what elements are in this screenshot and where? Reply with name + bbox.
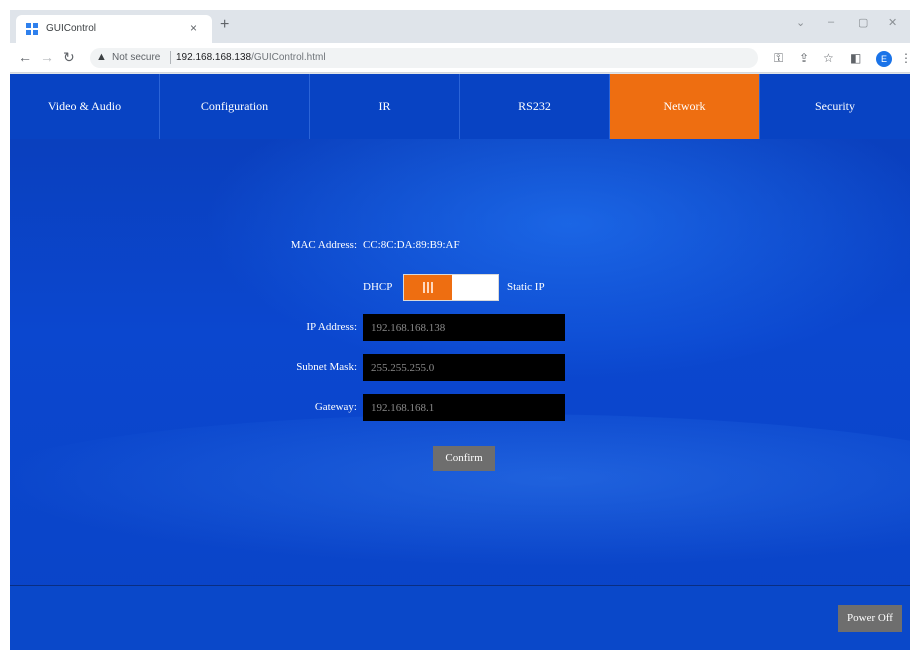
tab-search-icon[interactable]: ⌄: [796, 16, 805, 29]
new-tab-button[interactable]: +: [220, 16, 229, 34]
forward-icon[interactable]: →: [40, 49, 54, 65]
reload-icon[interactable]: ↻: [63, 49, 75, 66]
app-favicon-icon: [26, 23, 38, 35]
address-bar[interactable]: ▲ Not secure 192.168.168.138/GUIControl.…: [90, 48, 758, 68]
grip-icon: [423, 282, 433, 293]
dhcp-static-toggle[interactable]: [403, 274, 499, 301]
gateway-field[interactable]: [363, 394, 565, 421]
sidebar-icon[interactable]: ◧: [850, 51, 861, 65]
ip-address-field[interactable]: [363, 314, 565, 341]
url-host: 192.168.168.138: [176, 52, 252, 63]
browser-tab[interactable]: GUIControl ×: [16, 15, 212, 43]
footer-bar: [10, 585, 910, 650]
address-bar-row: ← → ↻ ▲ Not secure 192.168.168.138/GUICo…: [10, 43, 910, 73]
tab-rs232[interactable]: RS232: [460, 74, 610, 139]
tab-ir[interactable]: IR: [310, 74, 460, 139]
ip-address-label: IP Address:: [306, 321, 357, 333]
maximize-button[interactable]: ▢: [858, 16, 868, 29]
warning-icon[interactable]: ▲: [96, 51, 107, 63]
main-menu: Video & Audio Configuration IR RS232 Net…: [10, 74, 910, 139]
star-icon[interactable]: ☆: [823, 51, 834, 65]
subnet-mask-field[interactable]: [363, 354, 565, 381]
tab-configuration[interactable]: Configuration: [160, 74, 310, 139]
mac-address-label: MAC Address:: [290, 239, 357, 251]
static-ip-label: Static IP: [507, 281, 545, 293]
background-wave: [10, 414, 910, 574]
tab-bar: GUIControl × + ⌄ – ▢ ✕: [10, 10, 910, 43]
tab-title: GUIControl: [46, 23, 97, 34]
confirm-button[interactable]: Confirm: [433, 446, 495, 471]
browser-window: GUIControl × + ⌄ – ▢ ✕ ← → ↻ ▲ Not secur…: [10, 10, 910, 650]
toggle-knob[interactable]: [404, 275, 452, 300]
key-icon[interactable]: ⚿: [774, 51, 783, 66]
url-path: /GUIControl.html: [251, 52, 326, 63]
dhcp-label: DHCP: [363, 281, 393, 293]
close-window-button[interactable]: ✕: [888, 16, 897, 29]
url-divider: [170, 51, 171, 64]
power-off-button[interactable]: Power Off: [838, 605, 902, 632]
tab-network[interactable]: Network: [610, 74, 760, 139]
not-secure-label[interactable]: Not secure: [112, 52, 160, 63]
gateway-label: Gateway:: [314, 401, 357, 413]
back-icon[interactable]: ←: [18, 49, 32, 65]
share-icon[interactable]: ⇪: [799, 51, 809, 65]
mac-address-value: CC:8C:DA:89:B9:AF: [363, 239, 460, 251]
menu-icon[interactable]: ⋮: [900, 51, 910, 65]
minimize-button[interactable]: –: [828, 16, 834, 28]
tab-close-icon[interactable]: ×: [190, 21, 197, 35]
profile-avatar[interactable]: E: [876, 51, 892, 67]
subnet-mask-label: Subnet Mask:: [296, 361, 357, 373]
gui-control-page: Video & Audio Configuration IR RS232 Net…: [10, 74, 910, 650]
tab-security[interactable]: Security: [760, 74, 910, 139]
tab-video-audio[interactable]: Video & Audio: [10, 74, 160, 139]
url-text[interactable]: 192.168.168.138/GUIControl.html: [176, 52, 326, 63]
